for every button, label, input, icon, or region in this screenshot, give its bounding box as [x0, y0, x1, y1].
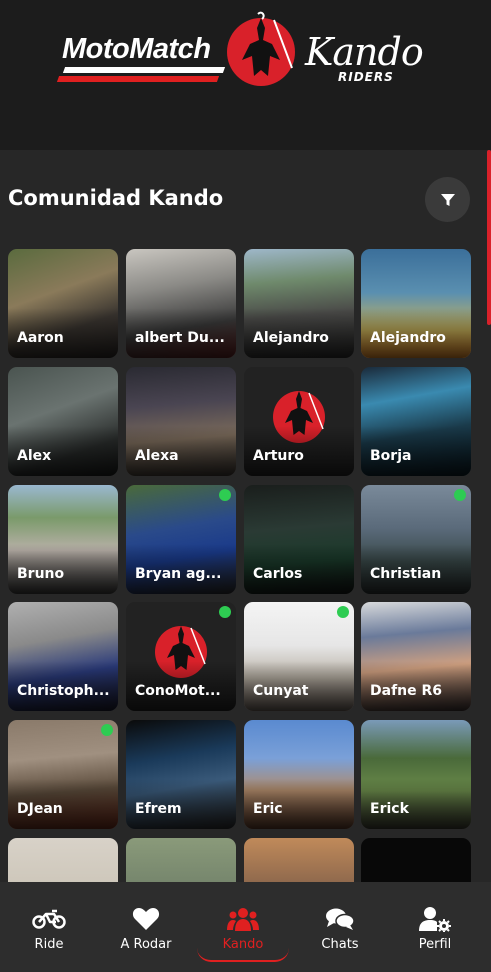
page-title: Comunidad Kando	[8, 186, 224, 210]
member-name: Alexa	[135, 448, 179, 464]
member-card[interactable]	[8, 838, 118, 882]
online-status-dot	[219, 606, 231, 618]
samurai-emblem-logo	[227, 11, 295, 86]
member-card[interactable]: Carlos	[244, 485, 354, 594]
member-card[interactable]: Erick	[361, 720, 471, 829]
member-card[interactable]: ConoMot...	[126, 602, 236, 711]
member-card[interactable]: Aaron	[8, 249, 118, 358]
member-card[interactable]: Bruno	[8, 485, 118, 594]
member-card[interactable]: Borja	[361, 367, 471, 476]
member-card[interactable]: Alejandro	[361, 249, 471, 358]
member-card[interactable]: Cunyat	[244, 602, 354, 711]
online-status-dot	[101, 724, 113, 736]
motomatch-logo-text: MotoMatch	[62, 33, 211, 65]
nav-label-a-rodar: A Rodar	[120, 937, 172, 952]
kando-logo-text: Kando	[305, 30, 424, 74]
nav-label-perfil: Perfil	[418, 937, 452, 952]
member-name: Alejandro	[253, 330, 329, 346]
motomatch-logo-stripes	[54, 67, 226, 87]
member-card[interactable]: albert Du...	[126, 249, 236, 358]
member-name: Carlos	[253, 566, 303, 582]
member-card[interactable]: Eric	[244, 720, 354, 829]
filter-icon	[440, 193, 455, 206]
app-header: MotoMatch Kando RIDERS	[0, 0, 491, 150]
member-name: Alejandro	[370, 330, 446, 346]
member-name: Efrem	[135, 801, 182, 817]
nav-item-ride[interactable]: Ride	[0, 882, 98, 972]
nav-label-chats: Chats	[321, 937, 359, 952]
member-card[interactable]	[244, 838, 354, 882]
riders-logo-text: RIDERS	[338, 70, 394, 84]
member-card[interactable]: DJean	[8, 720, 118, 829]
nav-item-a-rodar[interactable]: A Rodar	[97, 882, 195, 972]
member-card[interactable]	[361, 838, 471, 882]
member-card[interactable]: Alexa	[126, 367, 236, 476]
member-name: Cunyat	[253, 683, 309, 699]
kando-logo-word: Kando	[305, 30, 424, 74]
member-name: Eric	[253, 801, 283, 817]
member-name: albert Du...	[135, 330, 225, 346]
member-card[interactable]: Bryan ag...	[126, 485, 236, 594]
active-tab-indicator	[197, 948, 289, 962]
member-name: Bruno	[17, 566, 65, 582]
member-card[interactable]: Christian	[361, 485, 471, 594]
nav-label-ride: Ride	[34, 937, 64, 952]
member-card[interactable]: Dafne R6	[361, 602, 471, 711]
member-name: Aaron	[17, 330, 64, 346]
member-card[interactable]: Christoph...	[8, 602, 118, 711]
member-name: ConoMot...	[135, 683, 221, 699]
scrollbar[interactable]	[487, 150, 491, 325]
member-name: Alex	[17, 448, 52, 464]
member-name: Borja	[370, 448, 412, 464]
member-card[interactable]: Arturo	[244, 367, 354, 476]
user-gear-icon	[419, 907, 451, 932]
member-name: Erick	[370, 801, 409, 817]
online-status-dot	[219, 489, 231, 501]
heart-icon	[132, 908, 160, 930]
online-status-dot	[454, 489, 466, 501]
member-name: Christian	[370, 566, 442, 582]
motorcycle-icon	[32, 909, 66, 929]
community-screen[interactable]: Comunidad Kando Aaron albert Du... Alejand…	[0, 150, 491, 882]
chat-bubbles-icon	[326, 908, 355, 930]
member-name: Bryan ag...	[135, 566, 222, 582]
nav-item-perfil[interactable]: Perfil	[386, 882, 484, 972]
member-name: Dafne R6	[370, 683, 443, 699]
nav-item-chats[interactable]: Chats	[291, 882, 389, 972]
member-name: Arturo	[253, 448, 304, 464]
users-icon	[227, 908, 259, 931]
member-name: Christoph...	[17, 683, 110, 699]
member-card[interactable]	[126, 838, 236, 882]
bottom-nav: Ride A Rodar Kando Chats Perfil	[0, 882, 491, 972]
member-card[interactable]: Alejandro	[244, 249, 354, 358]
online-status-dot	[337, 606, 349, 618]
member-card[interactable]: Efrem	[126, 720, 236, 829]
member-card[interactable]: Alex	[8, 367, 118, 476]
member-name: DJean	[17, 801, 63, 817]
filter-button[interactable]	[425, 177, 470, 222]
